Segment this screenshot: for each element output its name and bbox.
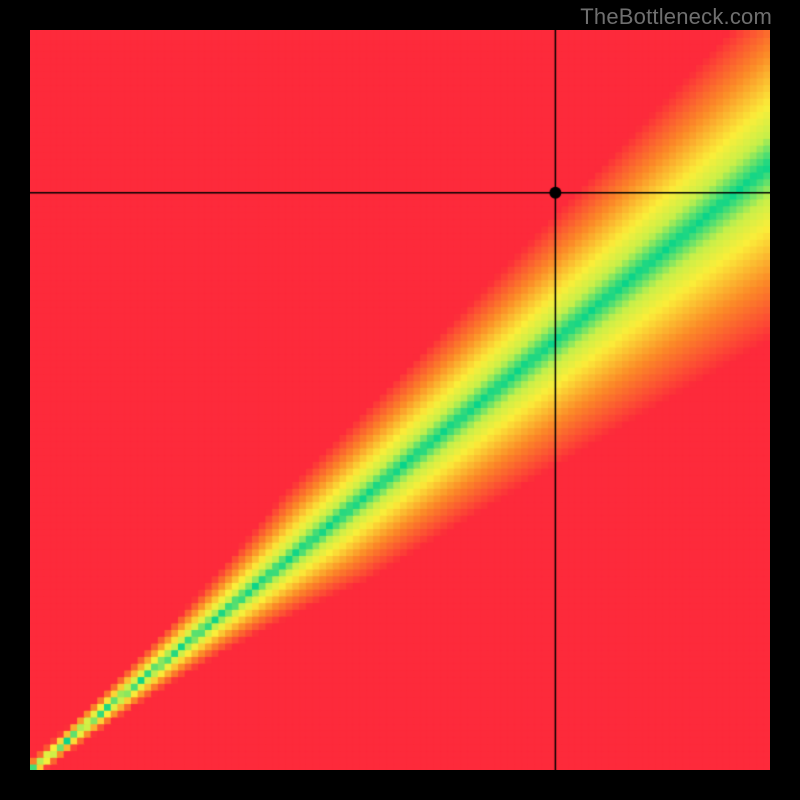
heatmap-canvas bbox=[30, 30, 770, 770]
watermark-text: TheBottleneck.com bbox=[580, 4, 772, 30]
chart-frame: TheBottleneck.com bbox=[0, 0, 800, 800]
